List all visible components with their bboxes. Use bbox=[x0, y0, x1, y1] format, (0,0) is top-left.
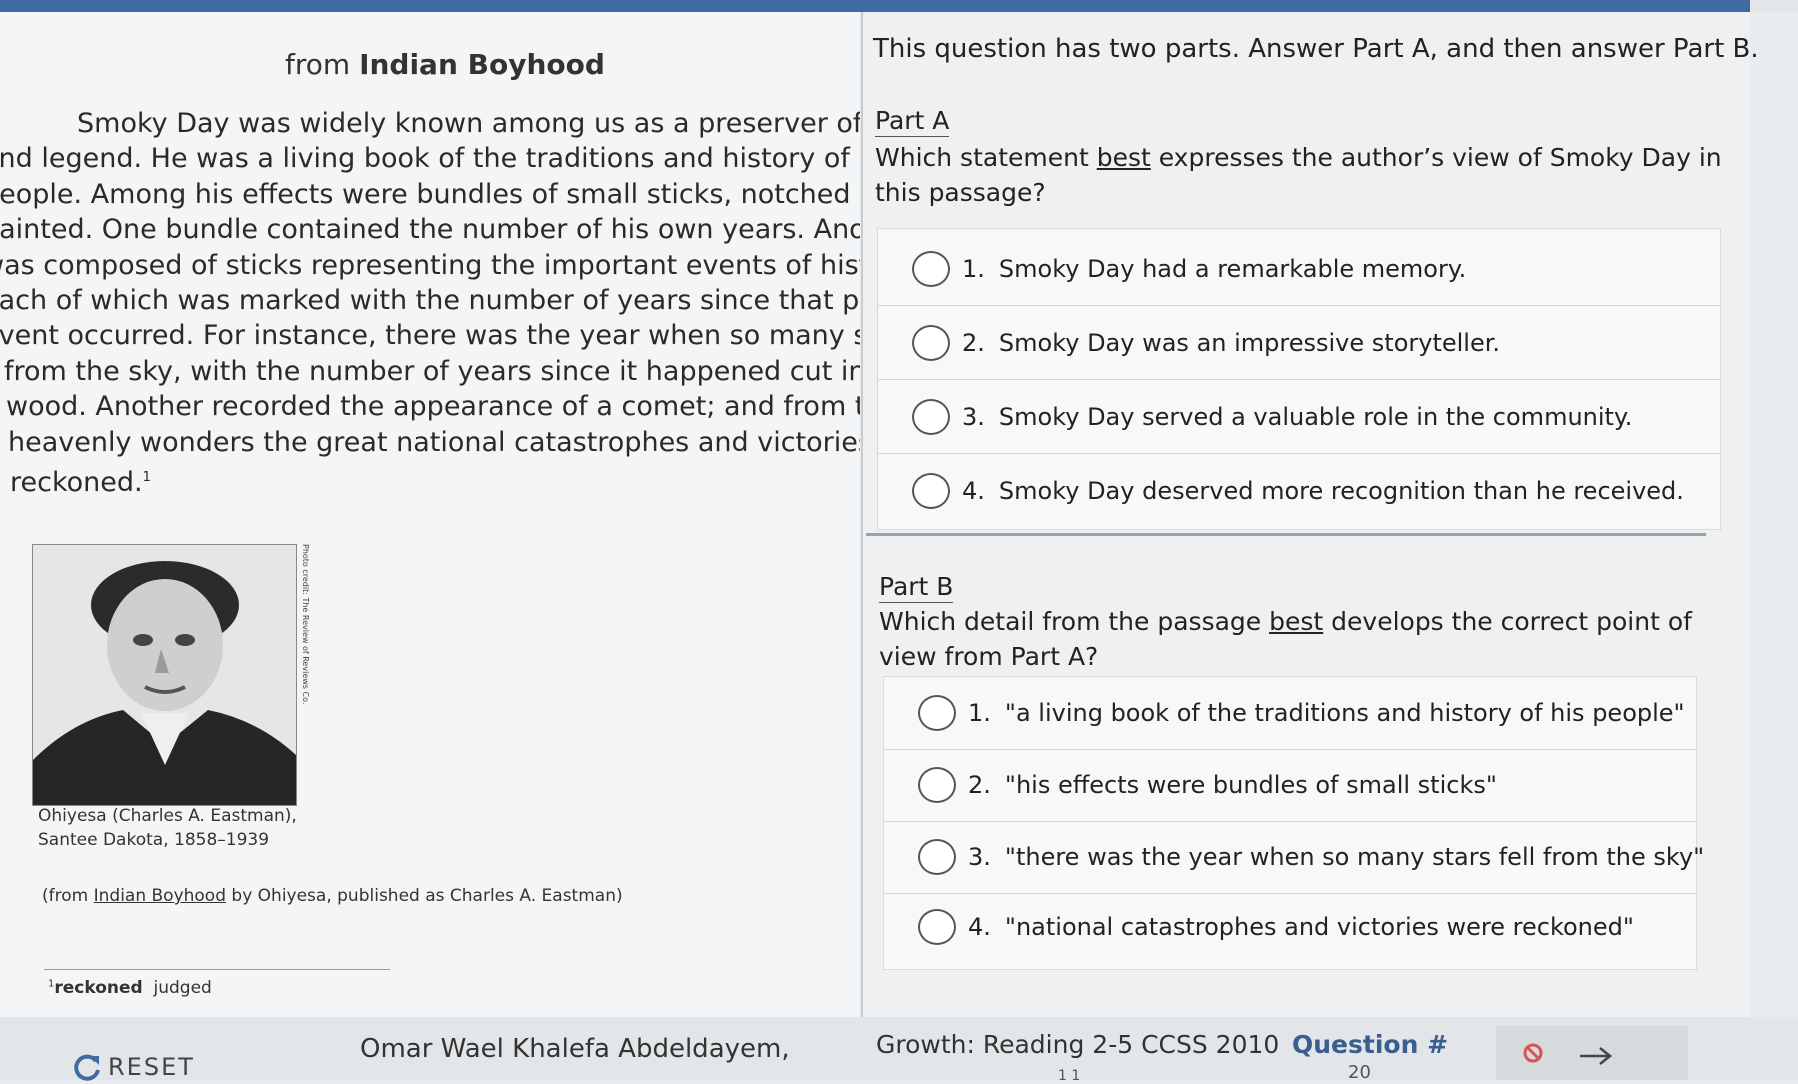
passage-line: painted. One bundle contained the number… bbox=[0, 214, 860, 246]
radio-button[interactable] bbox=[912, 399, 950, 435]
radio-button[interactable] bbox=[918, 767, 956, 803]
passage-line: and legend. He was a living book of the … bbox=[0, 143, 860, 175]
choice-text: "his effects were bundles of small stick… bbox=[1004, 771, 1497, 799]
passage-line: was composed of sticks representing the … bbox=[0, 249, 860, 281]
arrow-right-icon[interactable] bbox=[1578, 1044, 1614, 1068]
choice-text: "there was the year when so many stars f… bbox=[1004, 843, 1705, 871]
passage-text: Smoky Day was widely known among us as a… bbox=[0, 106, 860, 500]
portrait-image bbox=[33, 545, 296, 805]
emphasis-best: best bbox=[1096, 143, 1151, 172]
part-b-choices: 1. "a living book of the traditions and … bbox=[883, 676, 1704, 970]
test-name: Growth: Reading 2-5 CCSS 2010 bbox=[876, 1030, 1280, 1059]
author-photo bbox=[32, 544, 297, 806]
part-b-choice-3[interactable]: 3. "there was the year when so many star… bbox=[884, 821, 1704, 894]
passage-title-bold: Indian Boyhood bbox=[359, 48, 605, 81]
part-separator bbox=[866, 533, 1706, 536]
part-b-prompt: Which detail from the passage best devel… bbox=[879, 607, 1692, 671]
caption-dates: Santee Dakota, 1858–1939 bbox=[38, 830, 270, 850]
passage-title: from Indian Boyhood bbox=[285, 48, 605, 81]
part-a-choice-1[interactable]: 1. Smoky Day had a remarkable memory. bbox=[878, 233, 1720, 306]
part-b-choice-1[interactable]: 1. "a living book of the traditions and … bbox=[884, 677, 1696, 750]
question-panel: This question has two parts. Answer Part… bbox=[863, 12, 1759, 1017]
part-a-choices: 1. Smoky Day had a remarkable memory. 2.… bbox=[877, 228, 1721, 530]
no-entry-icon[interactable] bbox=[1522, 1042, 1544, 1064]
part-a-choice-4[interactable]: 4. Smoky Day deserved more recognition t… bbox=[878, 455, 1720, 527]
reset-label: RESET bbox=[108, 1053, 195, 1081]
source-title: Indian Boyhood bbox=[93, 886, 226, 906]
passage-panel: from Indian Boyhood Smoky Day was widely… bbox=[0, 12, 860, 1017]
passage-line: from the sky, with the number of years s… bbox=[4, 355, 860, 387]
radio-button[interactable] bbox=[918, 839, 956, 875]
refresh-icon bbox=[74, 1054, 100, 1081]
question-number-label: Question # bbox=[1292, 1030, 1449, 1059]
footnote-divider bbox=[44, 969, 390, 970]
footnote-marker: 1 bbox=[142, 470, 151, 486]
reset-button[interactable]: RESET bbox=[72, 1052, 195, 1082]
choice-text: Smoky Day had a remarkable memory. bbox=[998, 255, 1467, 283]
emphasis-best: best bbox=[1269, 607, 1324, 636]
part-b-label: Part B bbox=[879, 572, 954, 603]
passage-line: wood. Another recorded the appearance of… bbox=[6, 391, 860, 423]
choice-text: "a living book of the traditions and his… bbox=[1004, 699, 1685, 727]
part-a-choice-3[interactable]: 3. Smoky Day served a valuable role in t… bbox=[878, 381, 1720, 454]
caption-name: Ohiyesa (Charles A. Eastman), bbox=[38, 806, 297, 826]
part-a-label: Part A bbox=[875, 106, 950, 137]
passage-line: people. Among his effects were bundles o… bbox=[0, 178, 860, 210]
footnote: 1reckoned judged bbox=[48, 978, 212, 998]
student-suffix: 1 1 bbox=[1058, 1068, 1081, 1084]
part-b-choice-4[interactable]: 4. "national catastrophes and victories … bbox=[884, 891, 1696, 963]
footnote-definition: judged bbox=[153, 978, 212, 998]
top-accent-bar bbox=[0, 0, 1750, 12]
radio-button[interactable] bbox=[912, 325, 950, 361]
part-a-prompt: Which statement best expresses the autho… bbox=[875, 143, 1722, 207]
choice-text: Smoky Day served a valuable role in the … bbox=[998, 403, 1633, 431]
student-name: Omar Wael Khalefa Abdeldayem, bbox=[360, 1034, 790, 1064]
choice-text: Smoky Day was an impressive storyteller. bbox=[998, 329, 1501, 357]
choice-text: Smoky Day deserved more recognition than… bbox=[998, 477, 1684, 505]
passage-line: each of which was marked with the number… bbox=[0, 285, 860, 317]
radio-button[interactable] bbox=[918, 695, 956, 731]
part-a-choice-2[interactable]: 2. Smoky Day was an impressive storytell… bbox=[878, 307, 1720, 380]
passage-line: Smoky Day was widely known among us as a… bbox=[77, 108, 860, 139]
passage-line: event occurred. For instance, there was … bbox=[0, 320, 860, 352]
passage-line-last: reckoned.1 bbox=[10, 467, 151, 499]
passage-line: heavenly wonders the great national cata… bbox=[8, 426, 860, 458]
footnote-term: reckoned bbox=[54, 978, 143, 998]
photo-credit: Photo credit: The Review of Reviews Co. bbox=[301, 544, 310, 705]
question-instruction: This question has two parts. Answer Part… bbox=[873, 34, 1759, 64]
choice-text: "national catastrophes and victories wer… bbox=[1004, 913, 1634, 941]
part-b-choice-2[interactable]: 2. "his effects were bundles of small st… bbox=[884, 749, 1696, 822]
source-citation: (from Indian Boyhood by Ohiyesa, publish… bbox=[42, 886, 623, 906]
radio-button[interactable] bbox=[912, 473, 950, 509]
top-bar-edge bbox=[1750, 0, 1798, 12]
photo-caption: Ohiyesa (Charles A. Eastman), Santee Dak… bbox=[38, 804, 297, 852]
radio-button[interactable] bbox=[918, 909, 956, 945]
radio-button[interactable] bbox=[912, 251, 950, 287]
